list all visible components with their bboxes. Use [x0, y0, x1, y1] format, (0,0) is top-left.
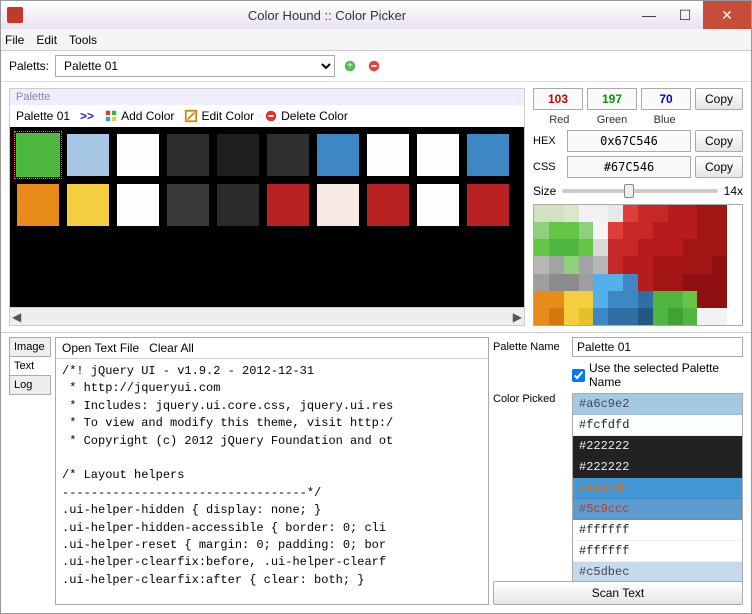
swatch[interactable]	[366, 183, 410, 227]
titlebar: Color Hound :: Color Picker — ☐ ✕	[1, 1, 751, 29]
color-picked-item[interactable]: #fcfdfd	[573, 415, 742, 436]
color-picked-item[interactable]: #ffffff	[573, 520, 742, 541]
palette-name-input[interactable]	[572, 337, 743, 357]
menubar: File Edit Tools	[1, 29, 751, 51]
tab-image[interactable]: Image	[9, 337, 51, 357]
tab-text[interactable]: Text	[9, 356, 51, 376]
delete-color-button[interactable]: Delete Color	[264, 109, 348, 123]
swatch[interactable]	[416, 183, 460, 227]
picked-panel: Palette Name Use the selected Palette Na…	[493, 337, 743, 605]
window-title: Color Hound :: Color Picker	[23, 8, 631, 23]
menu-edit[interactable]: Edit	[36, 33, 57, 47]
rgb-blue-value: 70	[641, 88, 691, 110]
palette-remove-icon[interactable]	[365, 57, 383, 75]
copy-hex-button[interactable]: Copy	[695, 130, 743, 152]
palette-arrows[interactable]: >>	[80, 109, 94, 123]
app-icon	[7, 7, 23, 23]
green-label: Green	[586, 114, 639, 126]
minimize-button[interactable]: —	[631, 1, 667, 29]
rgb-red-value: 103	[533, 88, 583, 110]
color-values-panel: 103 197 70 Copy Red Green Blue HEX 0x67C…	[533, 88, 743, 326]
swatch[interactable]	[16, 133, 60, 177]
size-value: 14x	[724, 184, 743, 198]
tab-log[interactable]: Log	[9, 375, 51, 395]
hex-value: 0x67C546	[567, 130, 691, 152]
swatch[interactable]	[466, 183, 510, 227]
menu-file[interactable]: File	[5, 33, 24, 47]
color-picked-item[interactable]: #222222	[573, 436, 742, 457]
color-picked-item[interactable]: #222222	[573, 457, 742, 478]
open-text-file-button[interactable]: Open Text File	[62, 341, 139, 355]
magnifier-preview	[533, 204, 743, 326]
close-button[interactable]: ✕	[703, 1, 751, 29]
css-label: CSS	[533, 161, 563, 173]
swatch-area	[10, 127, 524, 307]
swatch[interactable]	[66, 133, 110, 177]
copy-css-button[interactable]: Copy	[695, 156, 743, 178]
swatch[interactable]	[166, 183, 210, 227]
swatch[interactable]	[266, 133, 310, 177]
size-label: Size	[533, 184, 556, 198]
zoom-slider[interactable]	[562, 189, 717, 193]
swatch[interactable]	[116, 133, 160, 177]
palettes-label: Paletts:	[9, 59, 49, 73]
swatch[interactable]	[166, 133, 210, 177]
swatch[interactable]	[266, 183, 310, 227]
swatch[interactable]	[316, 183, 360, 227]
swatch[interactable]	[366, 133, 410, 177]
palette-scrollbar[interactable]: ◀▶	[10, 307, 524, 325]
add-color-button[interactable]: Add Color	[104, 109, 174, 123]
lower-tabs: Image Text Log	[9, 337, 51, 605]
swatch[interactable]	[16, 183, 60, 227]
color-picked-item[interactable]: #ffffff	[573, 541, 742, 562]
color-picked-item[interactable]: #a6c9e2	[573, 394, 742, 415]
palette-name-label: Palette Name	[493, 341, 568, 353]
swatch[interactable]	[466, 133, 510, 177]
palettes-toolbar: Paletts: Palette 01 +	[1, 51, 751, 82]
text-panel: Open Text File Clear All /*! jQuery UI -…	[55, 337, 489, 605]
edit-color-button[interactable]: Edit Color	[184, 109, 254, 123]
palette-name: Palette 01	[16, 109, 70, 123]
color-picked-label: Color Picked	[493, 393, 568, 405]
window-controls: — ☐ ✕	[631, 1, 751, 29]
swatch[interactable]	[416, 133, 460, 177]
svg-text:+: +	[347, 60, 353, 72]
swatch[interactable]	[116, 183, 160, 227]
copy-rgb-button[interactable]: Copy	[695, 88, 743, 110]
palette-header: Palette	[10, 89, 524, 105]
palette-tools: Palette 01 >> Add Color Edit Color Delet…	[10, 105, 524, 127]
clear-all-button[interactable]: Clear All	[149, 341, 194, 355]
blue-label: Blue	[638, 114, 691, 126]
swatch[interactable]	[216, 183, 260, 227]
palette-panel: Palette Palette 01 >> Add Color Edit Col…	[9, 88, 525, 326]
red-label: Red	[533, 114, 586, 126]
text-content[interactable]: /*! jQuery UI - v1.9.2 - 2012-12-31 * ht…	[56, 359, 488, 604]
rgb-green-value: 197	[587, 88, 637, 110]
palette-add-icon[interactable]: +	[341, 57, 359, 75]
color-picked-item[interactable]: #c5dbec	[573, 562, 742, 583]
maximize-button[interactable]: ☐	[667, 1, 703, 29]
css-value: #67C546	[567, 156, 691, 178]
scan-text-button[interactable]: Scan Text	[493, 581, 743, 605]
use-selected-checkbox[interactable]	[572, 369, 585, 382]
color-picked-list[interactable]: #a6c9e2#fcfdfd#222222#222222#4297d7#5c9c…	[572, 393, 743, 584]
swatch[interactable]	[316, 133, 360, 177]
color-picked-item[interactable]: #5c9ccc	[573, 499, 742, 520]
swatch[interactable]	[66, 183, 110, 227]
swatch[interactable]	[216, 133, 260, 177]
use-selected-label: Use the selected Palette Name	[589, 361, 743, 389]
menu-tools[interactable]: Tools	[69, 33, 97, 47]
hex-label: HEX	[533, 135, 563, 147]
color-picked-item[interactable]: #4297d7	[573, 478, 742, 499]
palettes-select[interactable]: Palette 01	[55, 55, 335, 77]
